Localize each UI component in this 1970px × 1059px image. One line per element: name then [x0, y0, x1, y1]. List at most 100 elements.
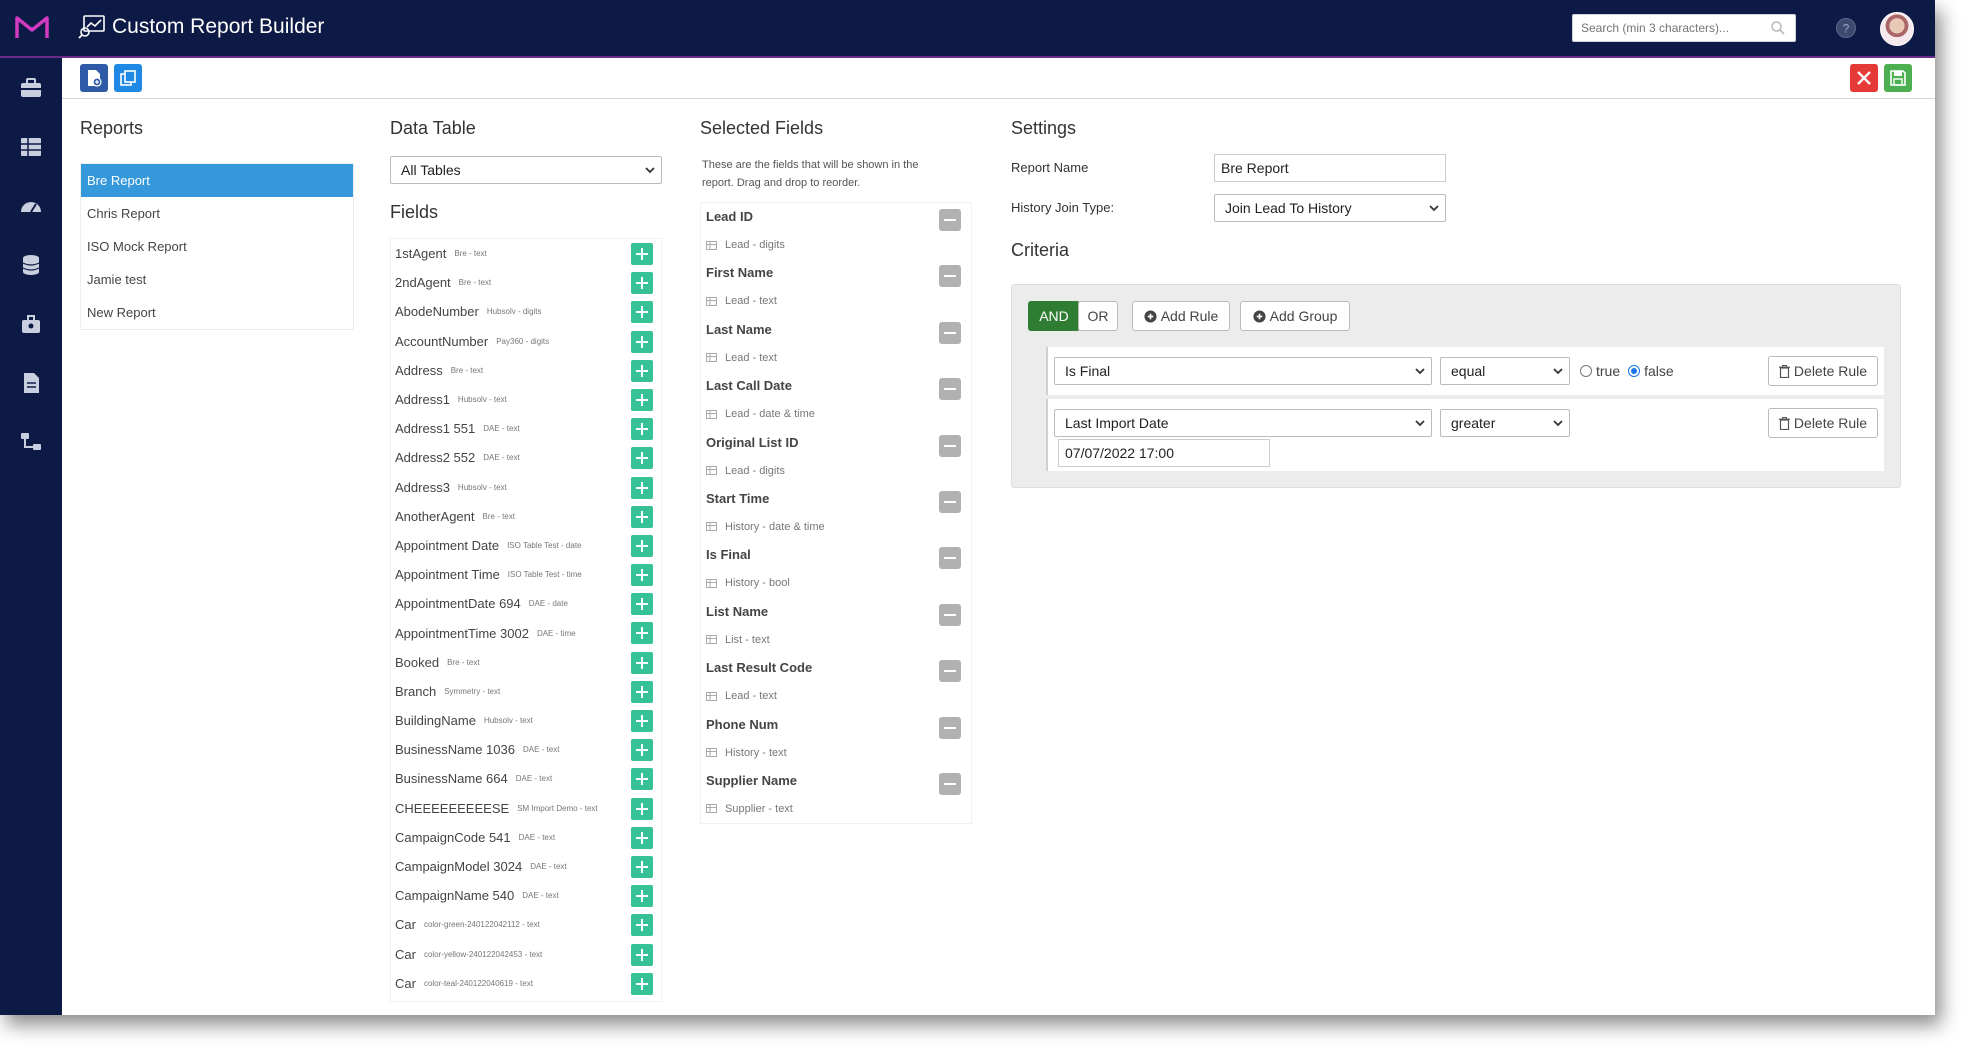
add-field-button[interactable] [631, 564, 653, 587]
remove-field-button[interactable] [939, 490, 961, 513]
brand-logo-icon[interactable] [14, 14, 50, 42]
and-button[interactable]: AND [1028, 301, 1080, 331]
briefcase-icon[interactable] [19, 76, 43, 100]
false-radio[interactable] [1628, 365, 1641, 377]
add-field-button[interactable] [631, 972, 653, 995]
report-item-new-report[interactable]: New Report [81, 296, 353, 329]
field-row[interactable]: Address Bre - text [391, 356, 661, 385]
selected-field-item[interactable]: Last Call Date Lead - date & time [701, 372, 971, 428]
remove-field-button[interactable] [939, 321, 961, 344]
selected-field-item[interactable]: Original List ID Lead - digits [701, 429, 971, 485]
new-report-button[interactable] [80, 64, 108, 92]
add-field-button[interactable] [631, 272, 653, 295]
field-row[interactable]: Branch Symmetry - text [391, 677, 661, 706]
report-name-input[interactable]: Bre Report [1214, 154, 1446, 182]
rule-field-select[interactable]: Is Final [1054, 357, 1432, 385]
selected-field-item[interactable]: Supplier Name Supplier - text [701, 767, 971, 823]
add-field-button[interactable] [631, 914, 653, 937]
report-item-bre-report[interactable]: Bre Report [81, 164, 353, 197]
add-field-button[interactable] [631, 680, 653, 703]
database-icon[interactable] [19, 253, 43, 277]
remove-field-button[interactable] [939, 265, 961, 288]
add-field-button[interactable] [631, 359, 653, 382]
history-join-select[interactable]: Join Lead To History [1214, 194, 1446, 222]
remove-field-button[interactable] [939, 660, 961, 683]
field-row[interactable]: Car color-green-240122042112 - text [391, 910, 661, 939]
field-row[interactable]: Car color-teal-240122040619 - text [391, 969, 661, 998]
selected-field-item[interactable]: Start Time History - date & time [701, 485, 971, 541]
add-field-button[interactable] [631, 797, 653, 820]
add-field-button[interactable] [631, 855, 653, 878]
add-field-button[interactable] [631, 885, 653, 908]
sitemap-icon[interactable] [19, 430, 43, 454]
add-field-button[interactable] [631, 534, 653, 557]
remove-field-button[interactable] [939, 209, 961, 231]
add-rule-button[interactable]: Add Rule [1132, 301, 1230, 331]
add-field-button[interactable] [631, 739, 653, 762]
selected-field-item[interactable]: Last Result Code Lead - text [701, 654, 971, 710]
rule-field-select[interactable]: Last Import Date [1054, 409, 1432, 437]
data-table-select[interactable]: All Tables [390, 156, 662, 184]
search-icon[interactable] [1770, 20, 1786, 36]
field-row[interactable]: CampaignModel 3024 DAE - text [391, 852, 661, 881]
tools-icon[interactable] [19, 312, 43, 336]
remove-field-button[interactable] [939, 772, 961, 795]
add-field-button[interactable] [631, 301, 653, 324]
field-row[interactable]: 1stAgent Bre - text [391, 239, 661, 268]
selected-field-item[interactable]: Phone Num History - text [701, 711, 971, 767]
field-row[interactable]: Address2 552 DAE - text [391, 443, 661, 472]
field-row[interactable]: AppointmentTime 3002 DAE - time [391, 618, 661, 647]
field-row[interactable]: CampaignName 540 DAE - text [391, 881, 661, 910]
field-row[interactable]: 2ndAgent Bre - text [391, 268, 661, 297]
help-icon[interactable]: ? [1835, 17, 1857, 39]
selected-field-item[interactable]: Lead ID Lead - digits [701, 203, 971, 259]
add-field-button[interactable] [631, 826, 653, 849]
remove-field-button[interactable] [939, 378, 961, 401]
add-field-button[interactable] [631, 476, 653, 499]
remove-field-button[interactable] [939, 434, 961, 457]
search-input[interactable] [1572, 14, 1796, 42]
rule-value-input[interactable]: 07/07/2022 17:00 [1058, 439, 1270, 467]
field-row[interactable]: AccountNumber Pay360 - digits [391, 327, 661, 356]
report-item-chris-report[interactable]: Chris Report [81, 197, 353, 230]
field-row[interactable]: Booked Bre - text [391, 648, 661, 677]
delete-rule-button[interactable]: Delete Rule [1768, 356, 1878, 386]
field-row[interactable]: BusinessName 664 DAE - text [391, 764, 661, 793]
add-field-button[interactable] [631, 418, 653, 441]
report-item-jamie-test[interactable]: Jamie test [81, 263, 353, 296]
save-button[interactable] [1884, 64, 1912, 92]
field-row[interactable]: BusinessName 1036 DAE - text [391, 735, 661, 764]
remove-field-button[interactable] [939, 547, 961, 570]
add-field-button[interactable] [631, 943, 653, 966]
add-field-button[interactable] [631, 593, 653, 616]
user-avatar[interactable] [1880, 12, 1914, 46]
field-row[interactable]: Car color-yellow-240122042453 - text [391, 940, 661, 969]
field-row[interactable]: Appointment Time ISO Table Test - time [391, 560, 661, 589]
field-row[interactable]: Address1 551 DAE - text [391, 414, 661, 443]
report-item-iso-mock-report[interactable]: ISO Mock Report [81, 230, 353, 263]
document-icon[interactable] [19, 371, 43, 395]
add-field-button[interactable] [631, 243, 653, 265]
field-row[interactable]: Appointment Date ISO Table Test - date [391, 531, 661, 560]
field-row[interactable]: AnotherAgent Bre - text [391, 502, 661, 531]
selected-field-item[interactable]: Last Name Lead - text [701, 316, 971, 372]
add-field-button[interactable] [631, 622, 653, 645]
selected-field-item[interactable]: List Name List - text [701, 598, 971, 654]
selected-field-item[interactable]: First Name Lead - text [701, 259, 971, 315]
add-group-button[interactable]: Add Group [1240, 301, 1350, 331]
true-radio[interactable] [1580, 365, 1592, 377]
selected-field-item[interactable]: Is Final History - bool [701, 541, 971, 597]
delete-rule-button[interactable]: Delete Rule [1768, 408, 1878, 438]
copy-report-button[interactable] [114, 64, 142, 92]
add-field-button[interactable] [631, 651, 653, 674]
field-row[interactable]: CHEEEEEEEEESE SM Import Demo - text [391, 794, 661, 823]
grid-icon[interactable] [19, 135, 43, 159]
remove-field-button[interactable] [939, 716, 961, 739]
add-field-button[interactable] [631, 447, 653, 470]
rule-operator-select[interactable]: greater [1440, 409, 1570, 437]
close-button[interactable] [1850, 64, 1878, 92]
add-field-button[interactable] [631, 330, 653, 353]
field-row[interactable]: Address1 Hubsolv - text [391, 385, 661, 414]
field-row[interactable]: BuildingName Hubsolv - text [391, 706, 661, 735]
or-button[interactable]: OR [1078, 301, 1118, 331]
